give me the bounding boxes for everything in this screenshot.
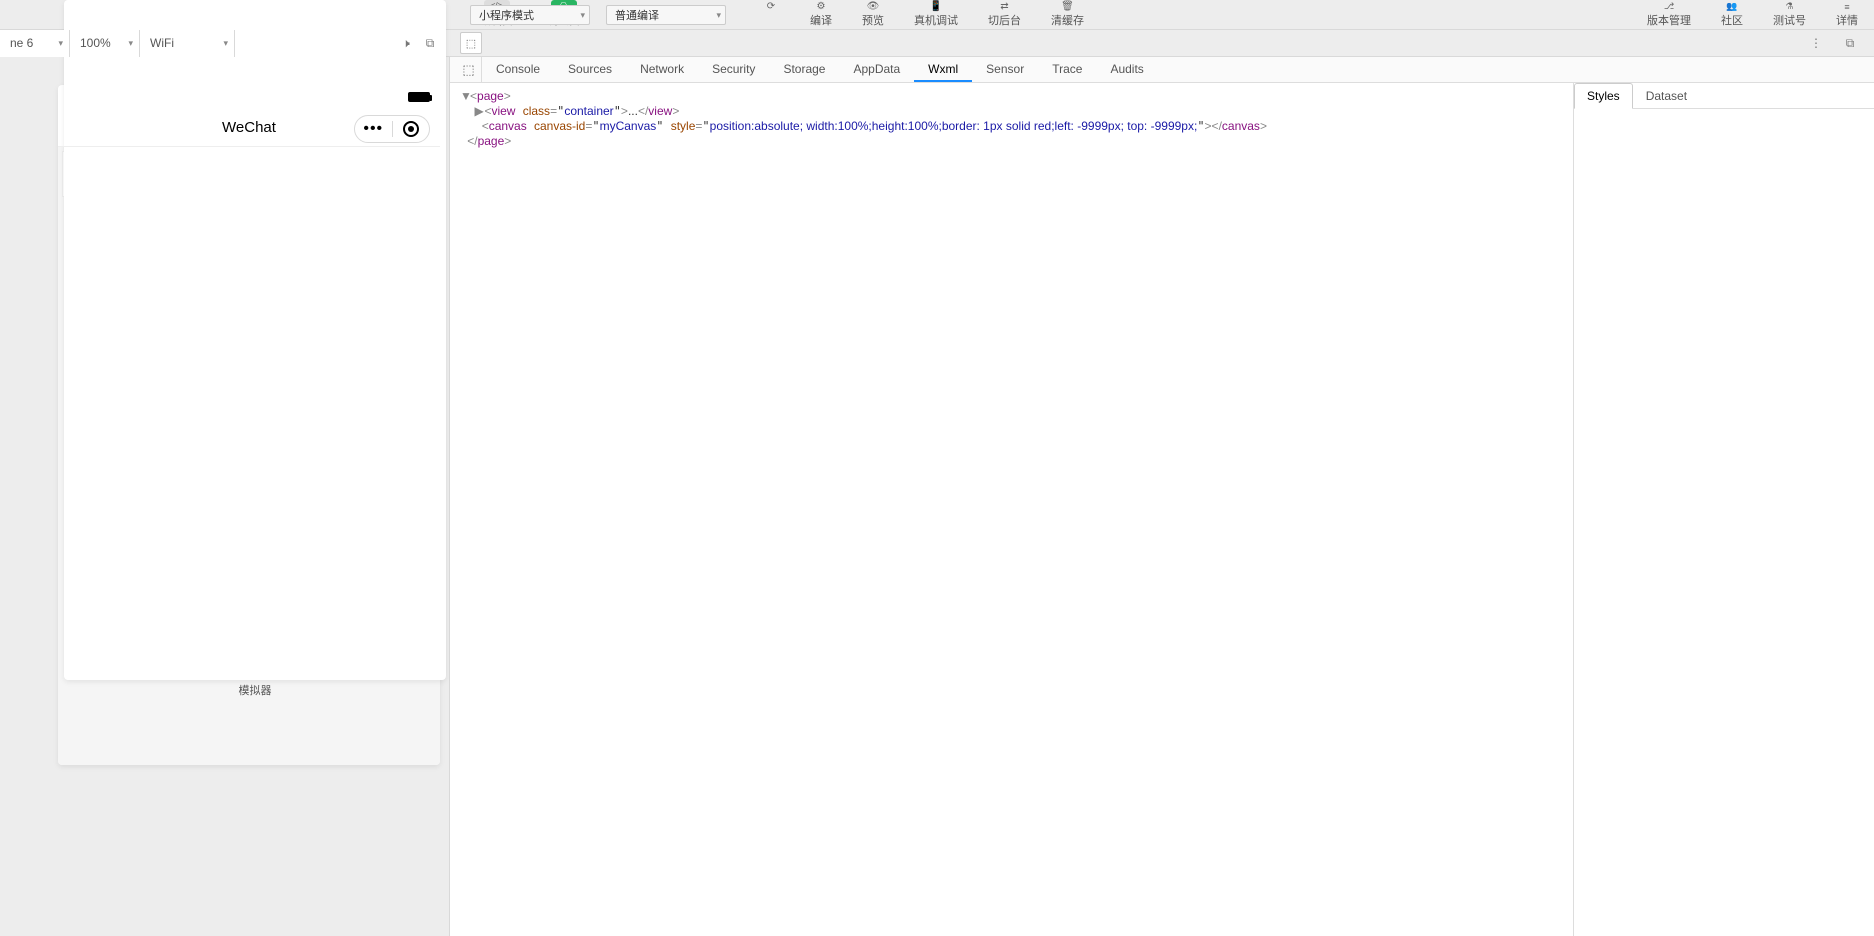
capsule-close-button[interactable] (393, 121, 430, 137)
remote-debug-button[interactable]: 📱 真机调试 (914, 3, 958, 28)
wxml-page-open: page (477, 89, 504, 103)
trash-icon: 🗑 (1059, 3, 1077, 11)
mode-dropdown[interactable]: 小程序模式 (470, 5, 590, 25)
simulator-label: 模拟器 (239, 682, 272, 698)
simulator-toggle[interactable]: 模拟器 (64, 0, 446, 698)
background-label: 切后台 (988, 12, 1021, 28)
tab-styles[interactable]: Styles (1574, 83, 1633, 109)
eye-icon: 👁 (864, 3, 882, 11)
clear-cache-label: 清缓存 (1051, 12, 1084, 28)
wxml-view-tag: view (491, 104, 515, 118)
mute-icon[interactable]: 🕨 (396, 33, 416, 53)
test-account-label: 测试号 (1773, 12, 1806, 28)
community-label: 社区 (1721, 12, 1743, 28)
tab-security[interactable]: Security (698, 57, 769, 82)
refresh-button[interactable]: ⟳ (762, 3, 780, 28)
tab-audits[interactable]: Audits (1096, 57, 1157, 82)
top-toolbar: 模拟器 编辑器 调试器 小程序模式 普通编译 ⟳ ⚙ 编译 👁 预览 (0, 0, 1874, 30)
details-label: 详情 (1836, 12, 1858, 28)
zoom-select[interactable]: 100% (70, 30, 140, 57)
tab-appdata[interactable]: AppData (839, 57, 914, 82)
tab-storage[interactable]: Storage (769, 57, 839, 82)
wxml-tree[interactable]: ▼<page> ▶<view class="container">...</vi… (450, 83, 1574, 936)
wxml-canvas-id-val: myCanvas (600, 119, 657, 133)
flask-icon: ⚗ (1783, 3, 1797, 11)
nav-title: WeChat (222, 119, 276, 136)
capsule: ••• (354, 115, 430, 143)
device-select[interactable]: ne 6 (0, 30, 70, 57)
wxml-canvas-id-attr: canvas-id (534, 119, 585, 133)
phone-debug-icon: 📱 (927, 3, 945, 11)
devtools-corner-buttons: ⋮ ⧉ (1806, 33, 1870, 53)
network-select[interactable]: WiFi (140, 30, 235, 57)
branch-icon: ⎇ (1662, 3, 1676, 11)
styles-tabs: Styles Dataset (1574, 83, 1874, 109)
wxml-page-close: page (478, 134, 505, 148)
background-button[interactable]: ⇄ 切后台 (988, 3, 1021, 28)
toolbar-center-group: 小程序模式 普通编译 ⟳ ⚙ 编译 👁 预览 📱 真机调试 ⇄ 切后台 (470, 0, 1084, 30)
devtools-pane: ⬚ Console Sources Network Security Stora… (450, 57, 1874, 936)
compile-label: 编译 (810, 12, 832, 28)
center-tools: ⟳ ⚙ 编译 👁 预览 📱 真机调试 ⇄ 切后台 🗑 清缓存 (762, 3, 1084, 28)
nav-bar: WeChat ••• (58, 109, 440, 147)
tab-console[interactable]: Console (482, 57, 554, 82)
dots-icon: ••• (363, 120, 383, 138)
phone-icon (64, 0, 446, 680)
switch-icon: ⇄ (996, 3, 1014, 11)
element-picker-button[interactable]: ⬚ (456, 57, 482, 82)
kebab-icon[interactable]: ⋮ (1806, 33, 1826, 53)
tab-network[interactable]: Network (626, 57, 698, 82)
compile-icon: ⚙ (812, 3, 830, 11)
styles-pane: Styles Dataset (1574, 83, 1874, 936)
test-account-button[interactable]: ⚗ 测试号 (1773, 3, 1806, 28)
wxml-style-val: position:absolute; width:100%;height:100… (710, 119, 1198, 133)
tab-dataset[interactable]: Dataset (1633, 83, 1700, 108)
inspect-toggle[interactable]: ⬚ (460, 32, 482, 54)
dock-icon[interactable]: ⧉ (1840, 33, 1860, 53)
popout-icon[interactable]: ⧉ (420, 33, 440, 53)
wxml-view-class-attr: class (523, 104, 550, 118)
compile-button[interactable]: ⚙ 编译 (810, 3, 832, 28)
capsule-menu-button[interactable]: ••• (355, 120, 392, 138)
tab-sensor[interactable]: Sensor (972, 57, 1038, 82)
caret-right-icon[interactable]: ▶ (474, 104, 484, 119)
devtools-body: ▼<page> ▶<view class="container">...</vi… (450, 83, 1874, 936)
tab-sources[interactable]: Sources (554, 57, 626, 82)
version-mgmt-label: 版本管理 (1647, 12, 1691, 28)
tab-trace[interactable]: Trace (1038, 57, 1096, 82)
target-icon (403, 121, 419, 137)
wxml-view-class-val: container (564, 104, 613, 118)
tab-wxml[interactable]: Wxml (914, 57, 972, 82)
caret-down-icon[interactable]: ▼ (460, 89, 470, 104)
community-button[interactable]: 👥 社区 (1721, 3, 1743, 28)
devtools-tabs: ⬚ Console Sources Network Security Stora… (450, 57, 1874, 83)
refresh-icon: ⟳ (762, 3, 780, 11)
wxml-style-attr: style (671, 119, 696, 133)
version-mgmt-button[interactable]: ⎇ 版本管理 (1647, 3, 1691, 28)
clear-cache-button[interactable]: 🗑 清缓存 (1051, 3, 1084, 28)
toolbar-right-group: ⎇ 版本管理 👥 社区 ⚗ 测试号 ≡ 详情 (1647, 0, 1858, 30)
remote-debug-label: 真机调试 (914, 12, 958, 28)
secondary-left: ne 6 100% WiFi (0, 30, 235, 56)
details-button[interactable]: ≡ 详情 (1836, 3, 1858, 28)
menu-icon: ≡ (1840, 3, 1854, 11)
preview-label: 预览 (862, 12, 884, 28)
battery-icon (408, 92, 430, 102)
preview-button[interactable]: 👁 预览 (862, 3, 884, 28)
community-icon: 👥 (1725, 3, 1739, 11)
wxml-ellipsis: ... (628, 104, 638, 118)
wxml-canvas-tag: canvas (489, 119, 527, 133)
compile-dropdown[interactable]: 普通编译 (606, 5, 726, 25)
